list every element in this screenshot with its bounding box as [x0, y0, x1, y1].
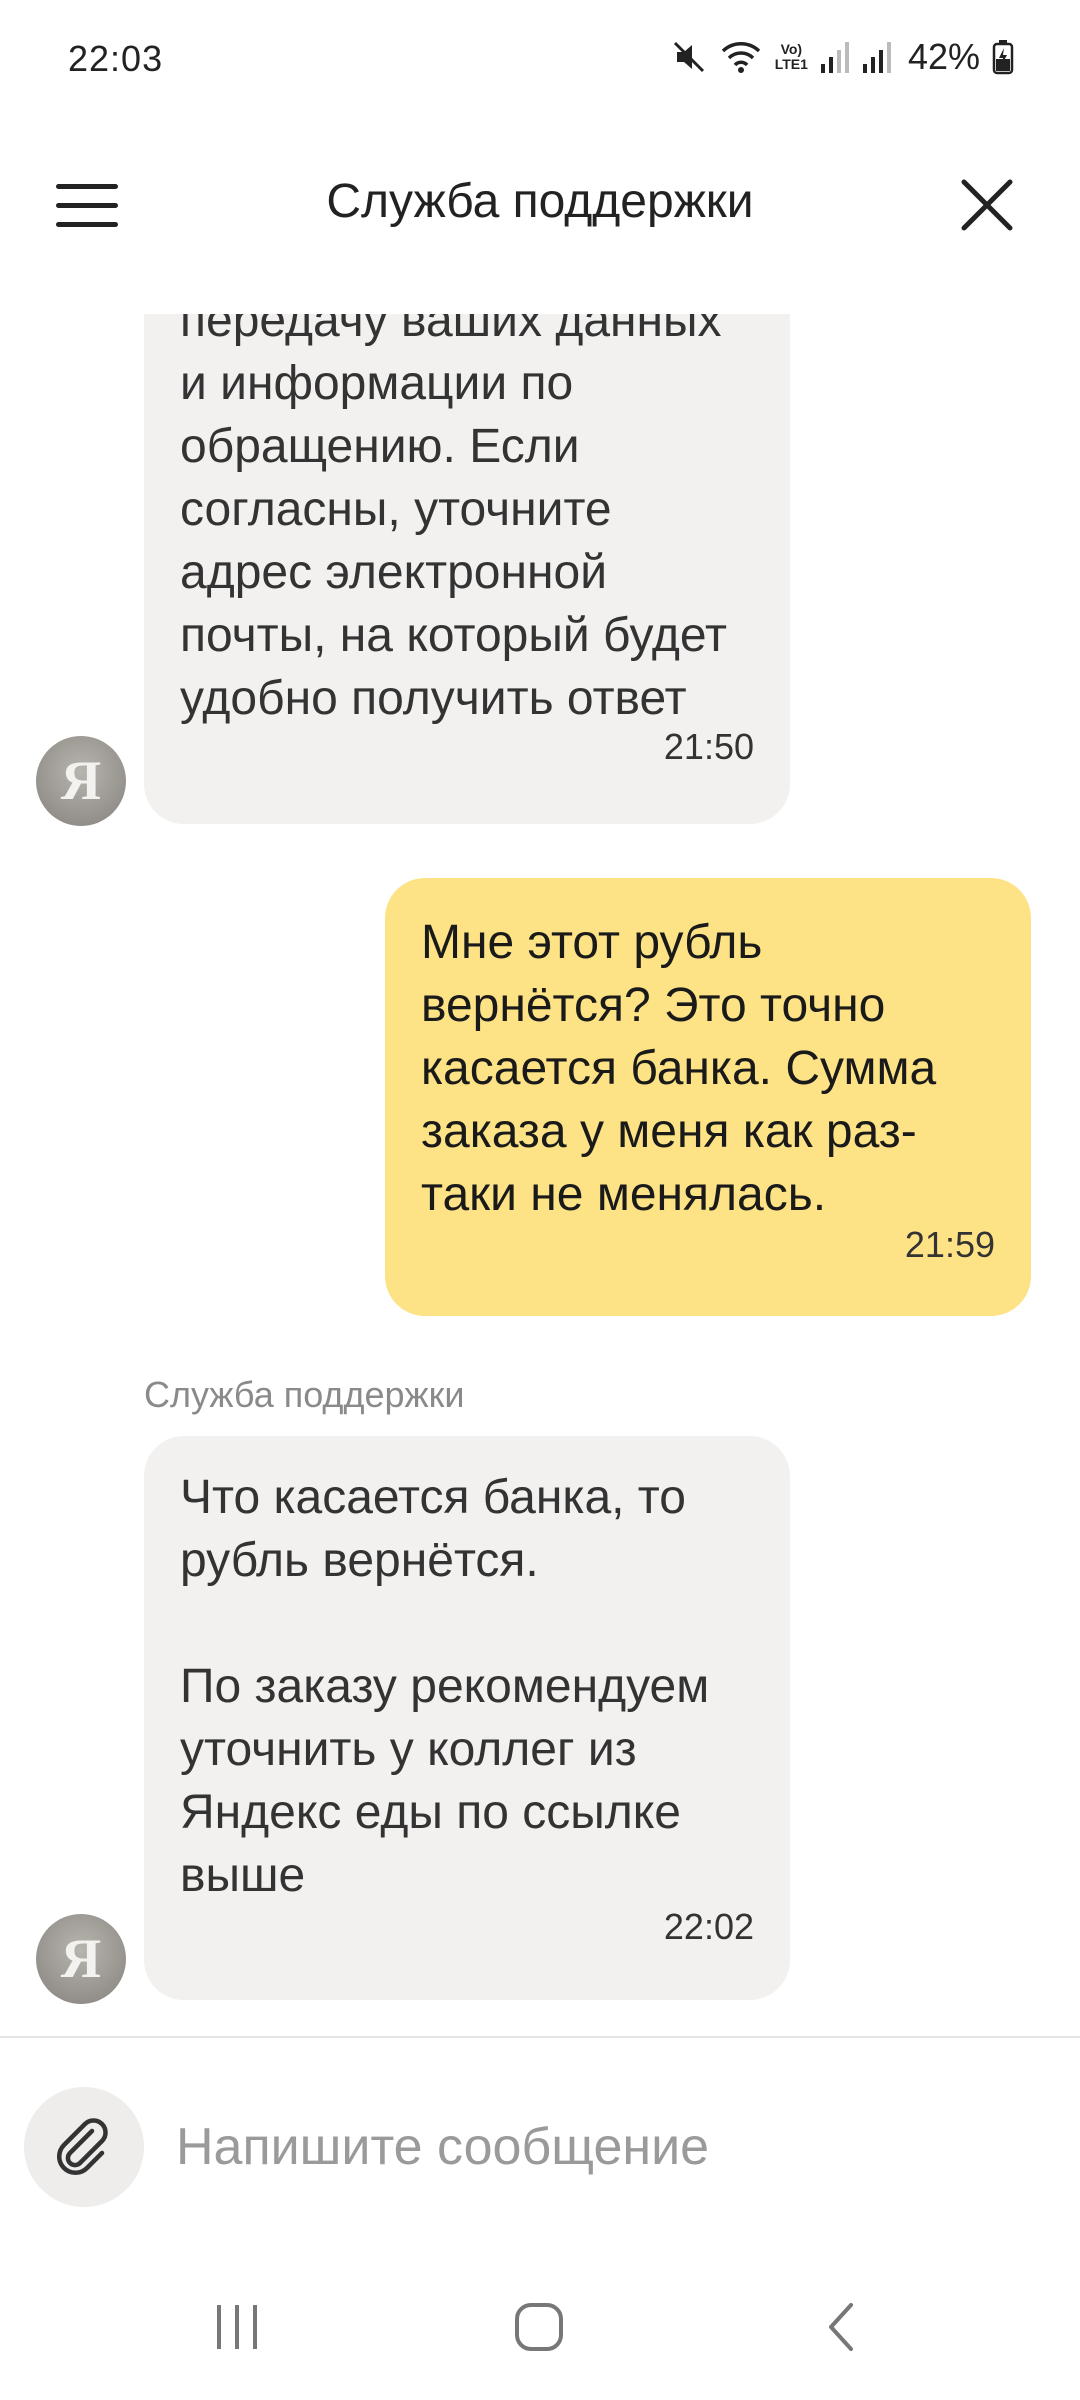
- status-bar: 22:03 Vo) LTE1 42%: [0, 0, 1080, 120]
- battery-percent: 42%: [907, 36, 980, 77]
- message-text: Что касается банка, то рубль вернётся. П…: [180, 1471, 710, 1902]
- chat-message-list[interactable]: передачу ваших данных и информации по об…: [0, 314, 1080, 2036]
- status-time: 22:03: [68, 38, 164, 79]
- incoming-message-bubble[interactable]: Что касается банка, то рубль вернётся. П…: [144, 1436, 790, 2000]
- close-icon[interactable]: [958, 176, 1016, 234]
- network-type-label: Vo) LTE1: [774, 41, 808, 72]
- support-chat-screen: 22:03 Vo) LTE1 42% Служба поддержки пере…: [0, 0, 1080, 2400]
- incoming-message-bubble[interactable]: передачу ваших данных и информации по об…: [144, 314, 790, 824]
- message-time: 21:50: [663, 726, 754, 767]
- home-button[interactable]: [494, 2292, 584, 2362]
- recent-apps-button[interactable]: [192, 2292, 282, 2362]
- page-title: Служба поддержки: [326, 175, 754, 228]
- message-text: Мне этот рубль вернётся? Это точно касае…: [421, 916, 937, 1221]
- message-time: 22:02: [663, 1906, 754, 1947]
- message-time: 21:59: [904, 1224, 995, 1265]
- composer-divider: [0, 2036, 1080, 2038]
- support-avatar: Я: [36, 1914, 126, 2004]
- app-header: Служба поддержки: [0, 150, 1080, 260]
- support-avatar: Я: [36, 736, 126, 826]
- wifi-icon: [719, 39, 763, 75]
- mute-icon: [671, 39, 707, 75]
- system-navigation-bar: [0, 2270, 1080, 2400]
- signal-strength-icon: [820, 40, 850, 74]
- status-icons: Vo) LTE1 42%: [671, 36, 1014, 78]
- outgoing-message-bubble[interactable]: Мне этот рубль вернётся? Это точно касае…: [385, 878, 1031, 1316]
- back-button[interactable]: [796, 2292, 886, 2362]
- paperclip-icon: [56, 2118, 108, 2176]
- sender-name: Служба поддержки: [144, 1374, 465, 1415]
- attach-button[interactable]: [24, 2087, 144, 2207]
- message-input[interactable]: [176, 2107, 1036, 2187]
- message-text: передачу ваших данных и информации по об…: [180, 314, 727, 725]
- signal-strength-icon: [862, 40, 892, 74]
- battery-charging-icon: [992, 39, 1014, 75]
